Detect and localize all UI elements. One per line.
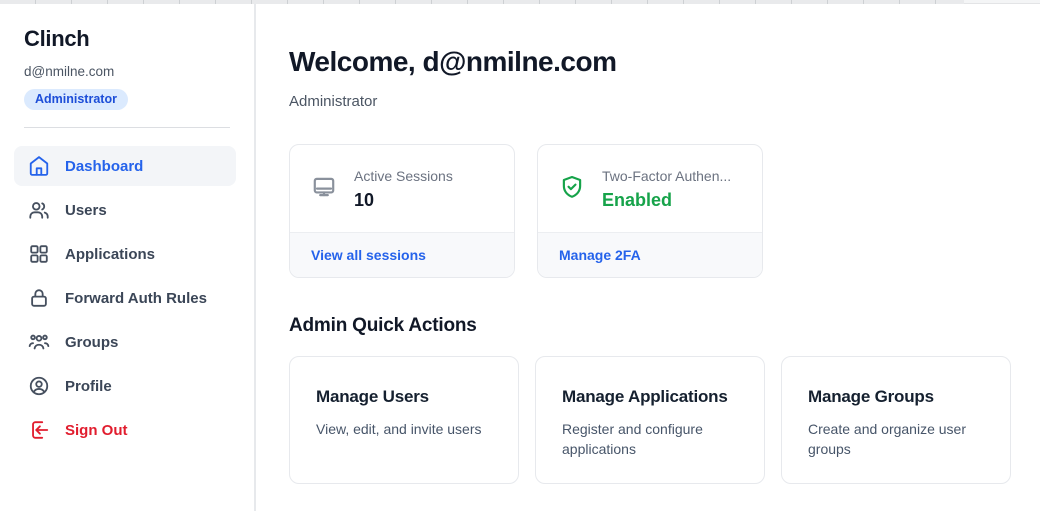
action-card-title: Manage Groups <box>808 387 984 407</box>
sidebar-nav: Dashboard Users Applications Forward Aut… <box>0 146 254 450</box>
sidebar: Clinch d@nmilne.com Administrator Dashbo… <box>0 4 256 511</box>
action-card-title: Manage Applications <box>562 387 738 407</box>
sidebar-item-sign-out[interactable]: Sign Out <box>14 410 236 450</box>
monitor-icon <box>311 174 337 200</box>
stat-value: 10 <box>354 190 453 211</box>
sidebar-item-groups[interactable]: Groups <box>14 322 236 362</box>
stat-label: Two-Factor Authen... <box>602 168 731 184</box>
brand-logo: Clinch <box>24 26 254 52</box>
action-card-manage-groups[interactable]: Manage Groups Create and organize user g… <box>781 356 1011 484</box>
quick-actions-heading: Admin Quick Actions <box>289 315 1040 337</box>
stat-value: Enabled <box>602 190 731 211</box>
sidebar-item-label: Users <box>65 202 107 219</box>
home-icon <box>28 155 50 177</box>
page-subtitle: Administrator <box>289 93 1040 110</box>
stat-card-footer: Manage 2FA <box>538 232 762 277</box>
sidebar-item-label: Groups <box>65 334 118 351</box>
page-title: Welcome, d@nmilne.com <box>289 46 1040 78</box>
sidebar-item-label: Dashboard <box>65 158 143 175</box>
stat-card-active-sessions: Active Sessions 10 View all sessions <box>289 144 515 278</box>
manage-2fa-link[interactable]: Manage 2FA <box>559 247 641 263</box>
sign-out-icon <box>28 419 50 441</box>
action-card-manage-users[interactable]: Manage Users View, edit, and invite user… <box>289 356 519 484</box>
action-card-description: Register and configure applications <box>562 419 738 460</box>
sidebar-item-users[interactable]: Users <box>14 190 236 230</box>
sidebar-item-applications[interactable]: Applications <box>14 234 236 274</box>
quick-actions-row: Manage Users View, edit, and invite user… <box>289 356 1040 484</box>
view-all-sessions-link[interactable]: View all sessions <box>311 247 426 263</box>
sidebar-item-label: Applications <box>65 246 155 263</box>
role-badge: Administrator <box>24 89 128 110</box>
sidebar-item-label: Sign Out <box>65 422 128 439</box>
sidebar-divider <box>24 127 230 128</box>
lock-icon <box>28 287 50 309</box>
sidebar-item-profile[interactable]: Profile <box>14 366 236 406</box>
users-icon <box>28 199 50 221</box>
stat-cards-row: Active Sessions 10 View all sessions Two… <box>289 144 1040 278</box>
sidebar-item-label: Forward Auth Rules <box>65 290 207 307</box>
groups-icon <box>28 331 50 353</box>
action-card-manage-applications[interactable]: Manage Applications Register and configu… <box>535 356 765 484</box>
action-card-description: Create and organize user groups <box>808 419 984 460</box>
stat-card-footer: View all sessions <box>290 232 514 277</box>
action-card-title: Manage Users <box>316 387 492 407</box>
shield-check-icon <box>559 174 585 200</box>
sidebar-item-label: Profile <box>65 378 112 395</box>
stat-card-two-factor: Two-Factor Authen... Enabled Manage 2FA <box>537 144 763 278</box>
action-card-description: View, edit, and invite users <box>316 419 492 439</box>
grid-icon <box>28 243 50 265</box>
sidebar-item-forward-auth-rules[interactable]: Forward Auth Rules <box>14 278 236 318</box>
stat-label: Active Sessions <box>354 168 453 184</box>
profile-icon <box>28 375 50 397</box>
main-content: Welcome, d@nmilne.com Administrator Acti… <box>258 4 1040 511</box>
sidebar-item-dashboard[interactable]: Dashboard <box>14 146 236 186</box>
user-email: d@nmilne.com <box>24 64 254 79</box>
